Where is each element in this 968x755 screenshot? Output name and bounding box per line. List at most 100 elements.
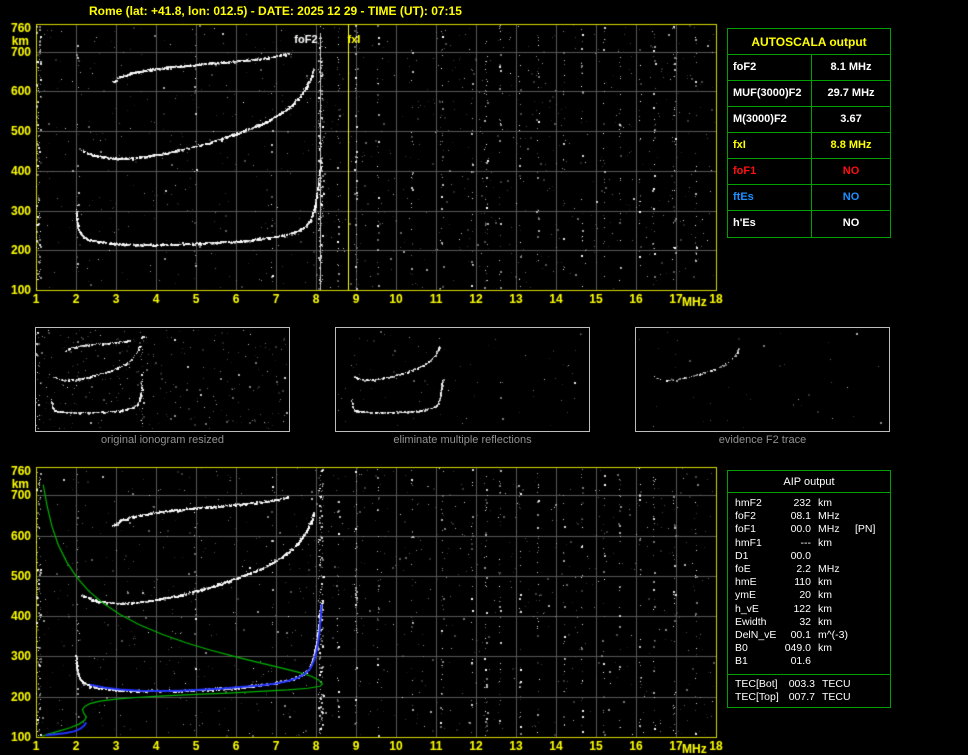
- autoscala-param-label: fxI: [728, 133, 812, 158]
- thumbnail-multiple-reflections-removed: [335, 327, 590, 432]
- autoscala-row-ftes: ftEs NO: [728, 185, 890, 211]
- aip-param-value: 20: [799, 589, 811, 602]
- autoscala-param-value: NO: [842, 217, 860, 229]
- aip-param-extra: [847, 497, 855, 510]
- autoscala-param-value: 8.8 MHz: [830, 139, 872, 151]
- thumbnail-cleaned-canvas: [336, 328, 589, 431]
- aip-row-b0: B0 049.0 km: [735, 642, 886, 655]
- autoscala-output-table: AUTOSCALA output foF2 8.1 MHz MUF(3000)F2 2…: [727, 28, 891, 238]
- autoscala-param-label: MUF(3000)F2: [728, 81, 812, 106]
- aip-table-rows: hmF2 232 km foF2 08.1 MHz foF1 00.0 MHz [PN] hmF1 -…: [728, 493, 890, 671]
- aip-param-unit: m^(-3): [818, 629, 849, 642]
- aip-param-unit: MHz: [818, 563, 840, 576]
- aip-param-label: B0: [735, 642, 748, 655]
- aip-table-header: AIP output: [728, 471, 890, 493]
- aip-param-unit: MHz: [818, 510, 840, 523]
- autoscala-param-label: foF2: [728, 55, 812, 80]
- autoscala-param-label: ftEs: [728, 185, 812, 210]
- autoscala-param-value: 3.67: [840, 113, 862, 125]
- aip-param-unit: km: [818, 615, 832, 628]
- autoscala-param-value: NO: [842, 191, 860, 203]
- aip-param-extra: [847, 550, 855, 563]
- aip-param-extra: [851, 678, 859, 691]
- aip-param-unit: [811, 550, 847, 563]
- autoscala-row-fof1: foF1 NO: [728, 159, 890, 185]
- aip-param-extra: [847, 537, 855, 550]
- thumbnail-caption-cleaned: eliminate multiple reflections: [393, 434, 532, 446]
- aip-param-extra: [847, 629, 855, 642]
- aip-param-extra: [847, 655, 855, 668]
- aip-param-value: 049.0: [784, 642, 811, 655]
- autoscala-table-rows: foF2 8.1 MHz MUF(3000)F2 29.7 MHz M(3000)F2 3…: [728, 55, 890, 237]
- aip-param-unit: km: [818, 642, 832, 655]
- aip-param-extra: [851, 691, 859, 704]
- aip-param-extra: [847, 510, 855, 523]
- station-title: Rome (lat: +41.8, lon: 012.5) - DATE: 20…: [89, 4, 462, 18]
- autoscala-row-muf3000f2: MUF(3000)F2 29.7 MHz: [728, 81, 890, 107]
- aip-param-unit: km: [818, 576, 832, 589]
- autoscala-param-value: 29.7 MHz: [827, 87, 875, 99]
- aip-param-label: TEC[Top]: [735, 690, 779, 703]
- aip-param-value: 007.7: [788, 690, 815, 703]
- aip-param-unit: TECU: [822, 677, 851, 690]
- thumbnail-caption-f2: evidence F2 trace: [718, 434, 807, 446]
- autoscala-row-fof2: foF2 8.1 MHz: [728, 55, 890, 81]
- aip-param-label: foE: [735, 563, 751, 576]
- aip-param-extra: [PN]: [855, 523, 876, 536]
- aip-param-value: 003.3: [788, 677, 815, 690]
- aip-tec-rows: TEC[Bot] 003.3 TECU TEC[Top] 007.7 TECU: [728, 673, 890, 707]
- autoscala-row-hes: h'Es NO: [728, 211, 890, 237]
- aip-row-foe: foE 2.2 MHz: [735, 563, 886, 576]
- aip-param-value: 232: [793, 497, 811, 509]
- autoscala-table-header: AUTOSCALA output: [728, 29, 890, 55]
- aip-row-hmf1: hmF1 --- km: [735, 537, 886, 550]
- aip-row-hme: hmE 110 km: [735, 576, 886, 589]
- aip-param-unit: km: [818, 602, 832, 615]
- aip-param-label: hmE: [735, 576, 757, 589]
- aip-row-delnve: DelN_vE 00.1 m^(-3): [735, 629, 886, 642]
- thumbnail-caption-original: original ionogram resized: [101, 434, 224, 446]
- aip-row-fof1: foF1 00.0 MHz [PN]: [735, 523, 886, 536]
- autoscala-param-label: h'Es: [728, 211, 812, 237]
- aip-param-unit: km: [818, 589, 832, 602]
- aip-param-value: 01.6: [790, 655, 811, 668]
- aip-param-unit: km: [818, 536, 832, 549]
- aip-row-b1: B1 01.6: [735, 655, 886, 668]
- aip-row-ewidth: Ewidth 32 km: [735, 616, 886, 629]
- ionogram-top-plot: [0, 18, 725, 318]
- aip-param-value: 00.1: [790, 629, 811, 642]
- aip-row-hmf2: hmF2 232 km: [735, 497, 886, 510]
- aip-row-hve: h_vE 122 km: [735, 603, 886, 616]
- aip-param-label: hmF2: [735, 497, 762, 509]
- autoscala-param-label: foF1: [728, 159, 812, 184]
- aip-param-label: h_vE: [735, 602, 759, 615]
- aip-param-label: DelN_vE: [735, 629, 777, 642]
- aip-param-unit: MHz: [818, 523, 840, 536]
- aip-param-label: B1: [735, 655, 748, 668]
- aip-param-unit: [811, 655, 847, 668]
- aip-param-unit: TECU: [822, 690, 851, 703]
- aip-row-fof2: foF2 08.1 MHz: [735, 510, 886, 523]
- aip-param-label: D1: [735, 549, 749, 562]
- aip-param-extra: [847, 563, 855, 576]
- thumbnail-original-canvas: [36, 328, 289, 431]
- aip-param-extra: [847, 576, 855, 589]
- aip-param-value: 00.0: [790, 549, 811, 562]
- aip-param-value: 00.0: [790, 523, 811, 536]
- ionogram-bottom-plot: [0, 460, 725, 755]
- aip-param-value: 110: [794, 576, 811, 589]
- aip-row-yme: ymE 20 km: [735, 589, 886, 602]
- aip-param-value: 122: [793, 602, 811, 615]
- aip-param-extra: [847, 589, 855, 602]
- aip-output-table: AIP output hmF2 232 km foF2 08.1 MHz foF1 00.0 M…: [727, 470, 891, 709]
- autoscala-row-m3000f2: M(3000)F2 3.67: [728, 107, 890, 133]
- aip-param-value: ---: [800, 536, 812, 549]
- aip-row-tecbot: TEC[Bot] 003.3 TECU: [735, 678, 886, 691]
- autoscala-param-value: 8.1 MHz: [830, 61, 872, 73]
- autoscala-screen: Rome (lat: +41.8, lon: 012.5) - DATE: 20…: [0, 0, 968, 755]
- aip-row-d1: D1 00.0: [735, 550, 886, 563]
- aip-param-label: TEC[Bot]: [735, 677, 778, 690]
- aip-param-unit: km: [818, 497, 832, 509]
- aip-param-value: 32: [799, 615, 811, 628]
- thumbnail-original-ionogram: [35, 327, 290, 432]
